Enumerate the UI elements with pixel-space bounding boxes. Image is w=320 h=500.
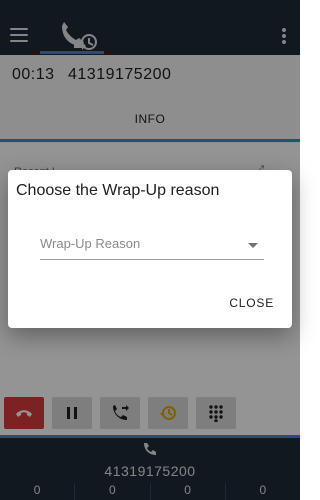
close-button[interactable]: CLOSE [229, 296, 274, 310]
chevron-down-icon [248, 243, 258, 248]
wrap-up-reason-placeholder: Wrap-Up Reason [40, 236, 141, 251]
dialog-title: Choose the Wrap-Up reason [16, 182, 220, 199]
wrap-up-reason-select[interactable]: Wrap-Up Reason [40, 234, 264, 260]
wrap-up-dialog: Choose the Wrap-Up reason Wrap-Up Reason… [8, 170, 292, 328]
